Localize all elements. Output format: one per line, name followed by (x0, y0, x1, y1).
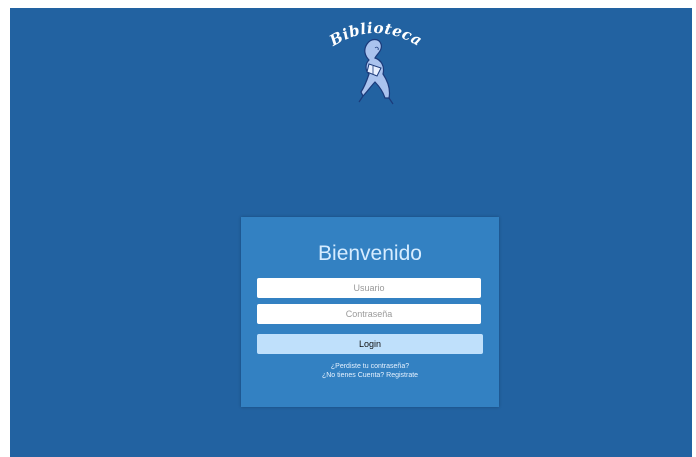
biblioteca-logo: Biblioteca (320, 16, 430, 106)
username-input[interactable] (257, 278, 481, 298)
register-link[interactable]: ¿No tienes Cuenta? Registrate (241, 371, 499, 380)
login-button[interactable]: Login (257, 334, 483, 354)
forgot-password-link[interactable]: ¿Perdiste tu contraseña? (241, 362, 499, 371)
reading-figure-icon (358, 38, 394, 105)
page-background: Biblioteca Bienvenido Login ¿Perdiste tu… (10, 8, 692, 457)
login-card: Bienvenido Login ¿Perdiste tu contraseña… (241, 217, 499, 407)
account-links: ¿Perdiste tu contraseña? ¿No tienes Cuen… (241, 362, 499, 380)
password-input[interactable] (257, 304, 481, 324)
welcome-title: Bienvenido (318, 242, 422, 265)
